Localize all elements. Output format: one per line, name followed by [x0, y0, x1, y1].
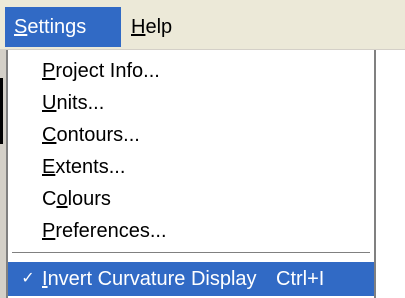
menu-help-accel: H	[131, 16, 146, 38]
item-accel: P	[42, 220, 56, 242]
menu-item-colours[interactable]: Colours	[8, 184, 374, 214]
menu-item-contours[interactable]: Contours...	[8, 120, 374, 150]
item-rest: ontours...	[56, 124, 140, 146]
shortcut-label: Ctrl+I	[276, 268, 325, 290]
background-window-mark	[0, 78, 3, 144]
item-rest: nvert Curvature Display	[47, 268, 257, 290]
menu-settings-accel: S	[14, 16, 28, 38]
item-accel: P	[42, 60, 56, 82]
item-rest: references...	[55, 220, 167, 242]
item-accel: o	[56, 188, 68, 210]
item-rest: roject Info...	[55, 60, 160, 82]
menu-separator	[12, 252, 370, 254]
menu-item-preferences[interactable]: Preferences...	[8, 216, 374, 246]
item-rest: lours	[67, 188, 111, 210]
item-rest: xtents...	[55, 156, 126, 178]
item-accel: E	[42, 156, 56, 178]
menu-item-project-info[interactable]: Project Info...	[8, 56, 374, 86]
checkmark-icon: ✓	[21, 270, 35, 287]
menu-settings[interactable]: Settings	[5, 7, 121, 47]
menu-bar: Settings Help	[0, 0, 405, 50]
menu-item-extents[interactable]: Extents...	[8, 152, 374, 182]
menu-item-invert-curvature-display[interactable]: ✓ Invert Curvature Display Ctrl+I	[8, 262, 374, 296]
menu-item-units[interactable]: Units...	[8, 88, 374, 118]
menu-help-rest: elp	[145, 16, 173, 38]
item-rest: nits...	[56, 92, 105, 114]
item-accel: C	[42, 124, 57, 146]
item-accel: U	[42, 92, 57, 114]
menu-help[interactable]: Help	[125, 7, 185, 47]
settings-dropdown-menu: Project Info... Units... Contours... Ext…	[6, 50, 376, 298]
menu-settings-rest: ettings	[27, 16, 87, 38]
item-pre: C	[42, 188, 57, 210]
